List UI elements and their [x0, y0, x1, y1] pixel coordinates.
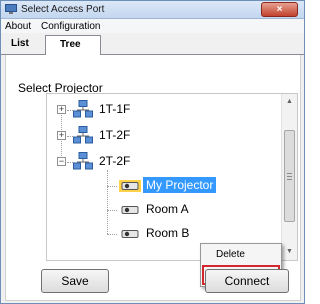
tree-item-room-b[interactable]: Room B: [107, 224, 217, 244]
window-title: Select Access Port: [21, 4, 105, 15]
projector-icon: [119, 180, 141, 192]
tree-item-label: Room A: [146, 202, 189, 216]
close-button[interactable]: ×: [261, 2, 298, 17]
network-group-icon: [73, 100, 93, 118]
grip-line: [287, 173, 292, 174]
grip-line: [287, 179, 292, 180]
tree-item-my-projector[interactable]: My Projector: [107, 176, 227, 196]
projector-icon: [121, 206, 139, 214]
tab-tree[interactable]: Tree: [45, 35, 101, 56]
grip-line: [287, 176, 292, 177]
menu-bar: About Configuration: [1, 19, 304, 33]
save-button[interactable]: Save: [41, 269, 109, 293]
tree-connector: [107, 234, 117, 235]
collapse-icon[interactable]: −: [57, 157, 66, 166]
tree-group-2t-2f[interactable]: − 2T-2F: [57, 152, 177, 172]
tab-list[interactable]: List: [5, 35, 35, 55]
scroll-down-arrow-icon[interactable]: ▼: [282, 244, 297, 260]
tree-group-label: 1T-1F: [99, 102, 131, 116]
tree-scrollbar[interactable]: ▲ ▼: [281, 94, 297, 260]
scroll-up-arrow-icon[interactable]: ▲: [282, 94, 297, 110]
tree-item-label: My Projector: [143, 177, 217, 193]
expand-icon[interactable]: +: [57, 131, 66, 140]
tree-connector: [107, 186, 117, 187]
scroll-thumb[interactable]: [284, 130, 295, 222]
context-menu-delete[interactable]: Delete: [202, 245, 280, 265]
projector-tree[interactable]: + 1T-1F + 1T-2F − 2T-2F My Projector Roo…: [46, 93, 298, 261]
menu-about[interactable]: About: [5, 21, 31, 32]
expand-icon[interactable]: +: [57, 105, 66, 114]
title-bar[interactable]: Select Access Port ×: [1, 1, 304, 19]
tree-group-label: 2T-2F: [99, 154, 131, 168]
menu-configuration[interactable]: Configuration: [41, 21, 100, 32]
tree-item-room-a[interactable]: Room A: [107, 200, 217, 220]
tree-group-1t-1f[interactable]: + 1T-1F: [57, 100, 177, 120]
tree-group-1t-2f[interactable]: + 1T-2F: [57, 126, 177, 146]
tree-panel: Select Projector + 1T-1F + 1T-2F − 2T-2F…: [5, 55, 301, 301]
projector-icon: [121, 230, 139, 238]
tab-strip: List Tree: [1, 33, 304, 56]
tree-group-label: 1T-2F: [99, 128, 131, 142]
tree-connector: [107, 210, 117, 211]
connect-button[interactable]: Connect: [205, 269, 289, 293]
tree-item-label: Room B: [146, 226, 190, 240]
app-icon: [5, 4, 17, 14]
network-group-icon: [73, 126, 93, 144]
select-access-port-window: Select Access Port × About Configuration…: [0, 0, 305, 304]
network-group-icon: [73, 152, 93, 170]
